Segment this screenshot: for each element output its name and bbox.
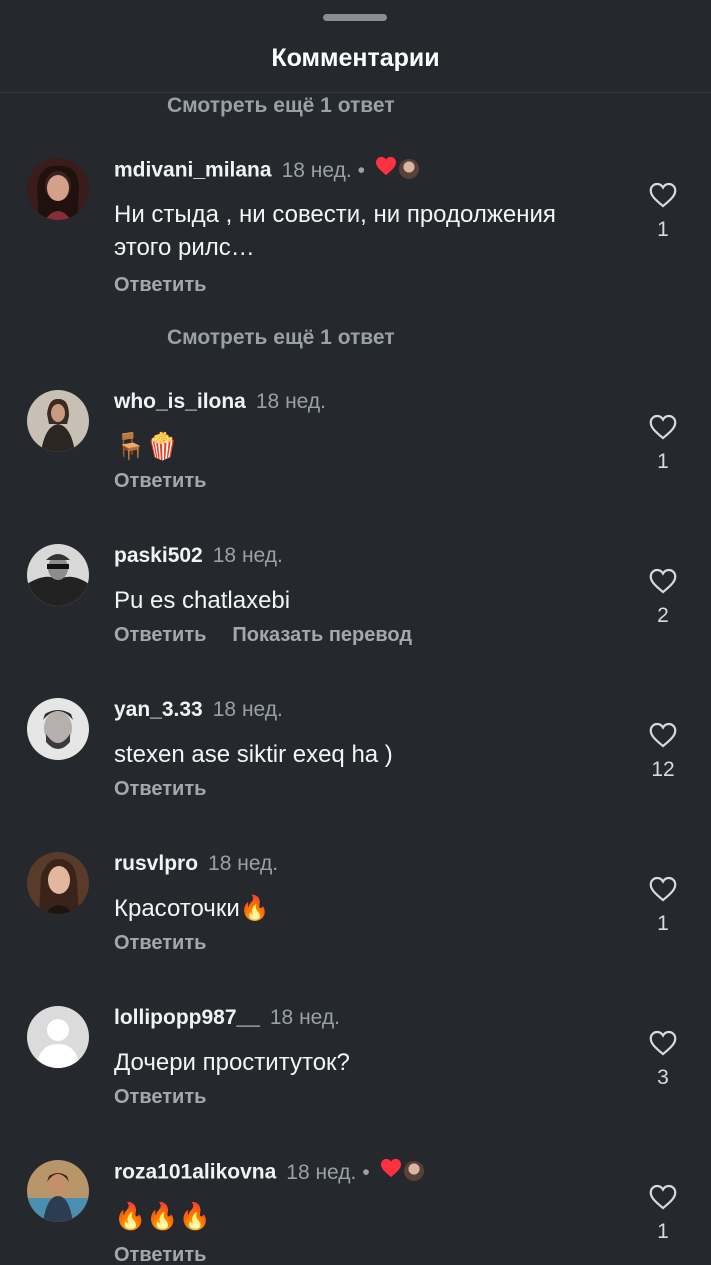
like-count: 12 xyxy=(651,758,675,781)
comment-actions: Ответить xyxy=(114,932,206,955)
heart-outline-icon[interactable] xyxy=(649,876,677,902)
comment-username[interactable]: yan_3.33 xyxy=(114,698,203,721)
heart-outline-icon[interactable] xyxy=(649,414,677,440)
comment-age: 18 нед. xyxy=(286,1160,357,1184)
comment-text: Pu es chatlaxebi xyxy=(114,587,291,614)
like-column: 3 xyxy=(640,1030,686,1090)
comment-text: stexen ase siktir exeq ha ) xyxy=(114,741,393,768)
heart-filled-icon xyxy=(380,1158,402,1184)
default-avatar-icon[interactable] xyxy=(27,1006,89,1068)
heart-filled-icon xyxy=(375,156,397,182)
comment-text: 🪑🍿 xyxy=(114,431,179,461)
like-column: 1 xyxy=(640,1184,686,1244)
comment-username[interactable]: lollipopp987__ xyxy=(114,1006,260,1029)
heart-outline-icon[interactable] xyxy=(649,1184,677,1210)
comment-text: Ни стыда , ни совести, ни продолжения эт… xyxy=(114,201,556,261)
comment-meta: paski502 18 нед. xyxy=(114,544,283,568)
avatar[interactable] xyxy=(27,698,89,760)
avatar[interactable] xyxy=(27,544,89,606)
comment-text: Дочери проституток? xyxy=(114,1049,350,1076)
reply-button[interactable]: Ответить xyxy=(114,932,206,954)
comment-username[interactable]: roza101alikovna xyxy=(114,1161,276,1184)
view-more-replies-button[interactable]: Смотреть ещё 1 ответ xyxy=(167,94,395,118)
comment-meta: who_is_ilona 18 нед. xyxy=(114,390,326,414)
comment-username[interactable]: rusvlpro xyxy=(114,852,198,875)
like-column: 1 xyxy=(640,414,686,474)
heart-outline-icon[interactable] xyxy=(649,722,677,748)
comment-meta: lollipopp987__ 18 нед. xyxy=(114,1006,340,1030)
comment-meta: rusvlpro 18 нед. xyxy=(114,852,278,876)
comments-sheet: Комментарии Смотреть ещё 1 ответ mdivani… xyxy=(0,0,711,1265)
like-count: 1 xyxy=(657,218,669,241)
separator-dot: • xyxy=(357,158,366,182)
reply-button[interactable]: Ответить xyxy=(114,778,206,800)
heart-outline-icon[interactable] xyxy=(649,182,677,208)
like-count: 1 xyxy=(657,912,669,935)
comment-text: Красоточки🔥 xyxy=(114,895,270,922)
reply-button[interactable]: Ответить xyxy=(114,1244,206,1265)
comment-actions: Ответить xyxy=(114,470,206,493)
like-column: 2 xyxy=(640,568,686,628)
header-divider xyxy=(0,92,711,93)
like-column: 12 xyxy=(640,722,686,782)
avatar[interactable] xyxy=(27,1160,89,1222)
comment-text: 🔥🔥🔥 xyxy=(114,1201,212,1231)
comment-actions: Ответить Показать перевод xyxy=(114,624,412,647)
comment-age: 18 нед. xyxy=(208,852,279,875)
comment-actions: Ответить xyxy=(114,1086,206,1109)
comment-actions: Ответить xyxy=(114,1244,206,1265)
show-translation-button[interactable]: Показать перевод xyxy=(232,624,412,646)
author-avatar xyxy=(403,1161,424,1181)
comment-age: 18 нед. xyxy=(212,698,283,721)
comment-username[interactable]: mdivani_milana xyxy=(114,159,272,182)
comment-age: 18 нед. xyxy=(212,544,283,567)
comment-actions: Ответить xyxy=(114,274,206,297)
reply-button[interactable]: Ответить xyxy=(114,274,206,296)
heart-outline-icon[interactable] xyxy=(649,1030,677,1056)
separator-dot: • xyxy=(362,1160,370,1184)
like-count: 1 xyxy=(657,450,669,473)
like-count: 3 xyxy=(657,1066,669,1089)
comment-age: 18 нед. xyxy=(281,158,352,182)
comment-username[interactable]: paski502 xyxy=(114,544,203,567)
comment-meta: yan_3.33 18 нед. xyxy=(114,698,283,722)
avatar[interactable] xyxy=(27,390,89,452)
view-more-replies-button[interactable]: Смотреть ещё 1 ответ xyxy=(167,326,395,350)
author-avatar xyxy=(399,159,420,179)
comment-age: 18 нед. xyxy=(255,390,326,413)
comment-actions: Ответить xyxy=(114,778,206,801)
like-count: 2 xyxy=(657,604,669,627)
sheet-title: Комментарии xyxy=(271,44,440,72)
reply-button[interactable]: Ответить xyxy=(114,470,206,492)
like-column: 1 xyxy=(640,182,686,242)
comment-meta: mdivani_milana 18 нед. • xyxy=(114,156,420,184)
reply-button[interactable]: Ответить xyxy=(114,1086,206,1108)
like-count: 1 xyxy=(657,1220,669,1243)
avatar[interactable] xyxy=(27,852,89,914)
avatar[interactable] xyxy=(27,158,89,220)
sheet-drag-handle[interactable] xyxy=(323,14,387,21)
reply-button[interactable]: Ответить xyxy=(114,624,206,646)
comment-meta: roza101alikovna 18 нед. • xyxy=(114,1158,424,1186)
like-column: 1 xyxy=(640,876,686,936)
heart-outline-icon[interactable] xyxy=(649,568,677,594)
comment-age: 18 нед. xyxy=(269,1006,340,1029)
comment-username[interactable]: who_is_ilona xyxy=(114,390,246,413)
